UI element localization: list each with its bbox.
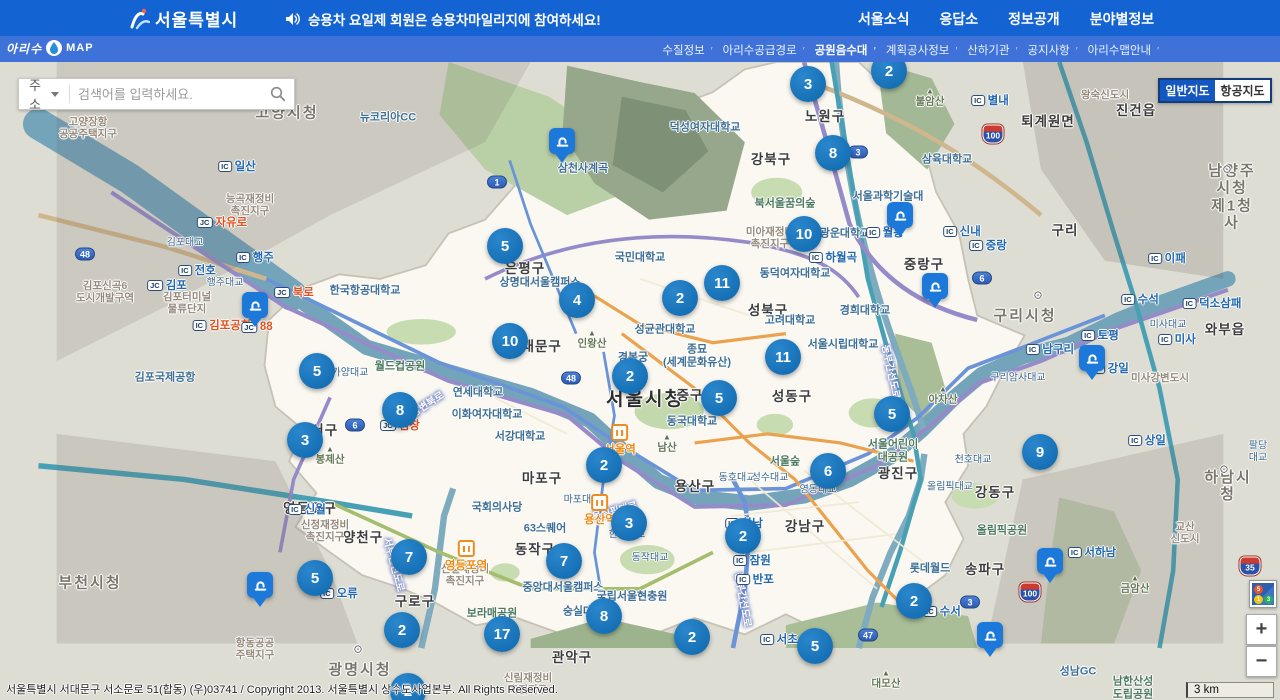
- cluster-marker[interactable]: 2: [384, 612, 420, 648]
- sub-nav-item[interactable]: 아리수공급경로: [720, 42, 808, 58]
- seoul-logo[interactable]: 서울특별시: [128, 6, 238, 31]
- cluster-marker[interactable]: 2: [674, 619, 710, 655]
- cluster-marker[interactable]: 6: [810, 453, 846, 489]
- cluster-marker[interactable]: 5: [297, 560, 333, 596]
- overview-dot: 5: [1254, 585, 1263, 594]
- speaker-icon: [286, 13, 300, 25]
- cluster-marker[interactable]: 2: [725, 518, 761, 554]
- seoul-logo-text: 서울특별시: [155, 11, 239, 30]
- fountain-pin-marker[interactable]: [242, 292, 268, 318]
- fountain-icon: [894, 210, 906, 221]
- cluster-marker[interactable]: 11: [765, 339, 801, 375]
- cluster-marker[interactable]: 2: [871, 62, 907, 89]
- arisu-map-text: MAP: [66, 42, 94, 54]
- cluster-marker[interactable]: 17: [484, 616, 520, 652]
- cluster-marker[interactable]: 10: [492, 323, 528, 359]
- fountain-pin-marker[interactable]: [247, 572, 273, 598]
- fountain-pin-marker[interactable]: [549, 128, 575, 154]
- cluster-overview-control[interactable]: 513: [1249, 580, 1277, 608]
- cluster-marker[interactable]: 7: [391, 539, 427, 575]
- sub-nav-item[interactable]: 공지사항: [1024, 42, 1080, 58]
- fountain-icon: [929, 281, 941, 292]
- chevron-down-icon: [51, 91, 60, 101]
- cluster-marker[interactable]: 5: [701, 380, 737, 416]
- nav-item[interactable]: 응답소: [940, 9, 979, 29]
- cluster-marker[interactable]: 5: [797, 628, 833, 664]
- overview-dot: 1: [1254, 595, 1263, 604]
- cluster-marker[interactable]: 3: [790, 66, 826, 102]
- top-header: 서울특별시 승용차 요일제 회원은 승용차마일리지에 참여하세요! 서울소식 응답…: [0, 0, 1280, 36]
- sub-nav-item[interactable]: 계획공사정보: [883, 42, 960, 58]
- fountain-icon: [1044, 556, 1056, 567]
- fountain-pin-marker[interactable]: [1037, 548, 1063, 574]
- main-nav: 서울소식 응답소 정보공개 분야별정보: [858, 9, 1154, 29]
- fountain-icon: [254, 580, 266, 591]
- search-category-dropdown[interactable]: 주소: [19, 75, 69, 113]
- cluster-marker[interactable]: 8: [586, 598, 622, 634]
- fountain-icon: [984, 630, 996, 641]
- nav-item[interactable]: 서울소식: [858, 9, 910, 29]
- seoul-logo-icon: [130, 8, 150, 29]
- map-canvas[interactable]: 서울시청 고양시청 구리시청 하남시청 부천시청 광명시청 남양주시청 제1청사 은평구 강북구…: [0, 62, 1280, 700]
- sub-nav-item[interactable]: 산하기관: [964, 42, 1020, 58]
- sub-nav-item[interactable]: 공원음수대: [812, 42, 879, 58]
- map-type-aerial[interactable]: 항공지도: [1215, 80, 1270, 101]
- search-input[interactable]: [70, 86, 262, 102]
- fountain-pin-marker[interactable]: [887, 202, 913, 228]
- search-icon[interactable]: [262, 86, 294, 102]
- search-box: 주소: [18, 75, 295, 113]
- fountain-icon: [556, 136, 568, 147]
- cluster-marker[interactable]: 5: [299, 353, 335, 389]
- mini-map-icon: 513: [1252, 583, 1274, 605]
- fountain-icon: [249, 300, 261, 311]
- scale-indicator: 3 km: [1186, 682, 1274, 698]
- arisu-logo-text: 아리수: [6, 41, 43, 56]
- water-drop-icon: [46, 40, 63, 56]
- fountain-pin-marker[interactable]: [922, 273, 948, 299]
- cluster-marker[interactable]: 3: [287, 422, 323, 458]
- cluster-marker[interactable]: 2: [612, 358, 648, 394]
- cluster-marker[interactable]: 2: [896, 583, 932, 619]
- cluster-marker[interactable]: 10: [786, 216, 822, 252]
- cluster-marker[interactable]: 2: [586, 447, 622, 483]
- fountain-icon: [1086, 353, 1098, 364]
- overview-dot: 3: [1264, 595, 1273, 604]
- cluster-marker[interactable]: 3: [611, 505, 647, 541]
- zoom-in-button[interactable]: +: [1246, 614, 1277, 645]
- map-type-toggle: 일반지도 항공지도: [1158, 78, 1272, 103]
- cluster-marker[interactable]: 9: [1022, 434, 1058, 470]
- announcement: 승용차 요일제 회원은 승용차마일리지에 참여하세요!: [285, 9, 601, 29]
- nav-item[interactable]: 정보공개: [1008, 9, 1060, 29]
- map-markers: 3 2 8 10 5 11 2 4 10 11 5 2 5 8 5 3 9 2 6 3 2 7 7 5 2 8 2 17 2 5 2: [0, 62, 1280, 700]
- search-category-label: 주소: [29, 78, 41, 112]
- copyright-text: 서울특별시 서대문구 서소문로 51(합동) (우)03741 / Copyri…: [6, 684, 558, 696]
- map-type-normal[interactable]: 일반지도: [1160, 80, 1215, 101]
- cluster-marker[interactable]: 8: [382, 392, 418, 428]
- fountain-pin-marker[interactable]: [1079, 345, 1105, 371]
- nav-item[interactable]: 분야별정보: [1090, 9, 1154, 29]
- cluster-marker[interactable]: 4: [559, 282, 595, 318]
- sub-nav: 수질정보 아리수공급경로공원음수대계획공사정보산하기관공지사항 아리수맵안내: [659, 42, 1162, 58]
- cluster-marker[interactable]: 11: [704, 265, 740, 301]
- arisu-subheader: 아리수 MAP 수질정보 아리수공급경로공원음수대계획공사정보산하기관공지사항 아리…: [0, 36, 1280, 62]
- cluster-marker[interactable]: 8: [815, 135, 851, 171]
- sub-nav-item[interactable]: 수질정보: [659, 42, 715, 58]
- fountain-pin-marker[interactable]: [977, 622, 1003, 648]
- arisu-logo[interactable]: 아리수 MAP: [6, 39, 94, 57]
- sub-nav-item[interactable]: 아리수맵안내: [1085, 42, 1162, 58]
- announcement-text: 승용차 요일제 회원은 승용차마일리지에 참여하세요!: [308, 13, 601, 28]
- zoom-out-button[interactable]: −: [1246, 646, 1277, 677]
- cluster-marker[interactable]: 2: [662, 280, 698, 316]
- cluster-marker[interactable]: 5: [487, 228, 523, 264]
- cluster-marker[interactable]: 7: [546, 543, 582, 579]
- cluster-marker[interactable]: 5: [874, 396, 910, 432]
